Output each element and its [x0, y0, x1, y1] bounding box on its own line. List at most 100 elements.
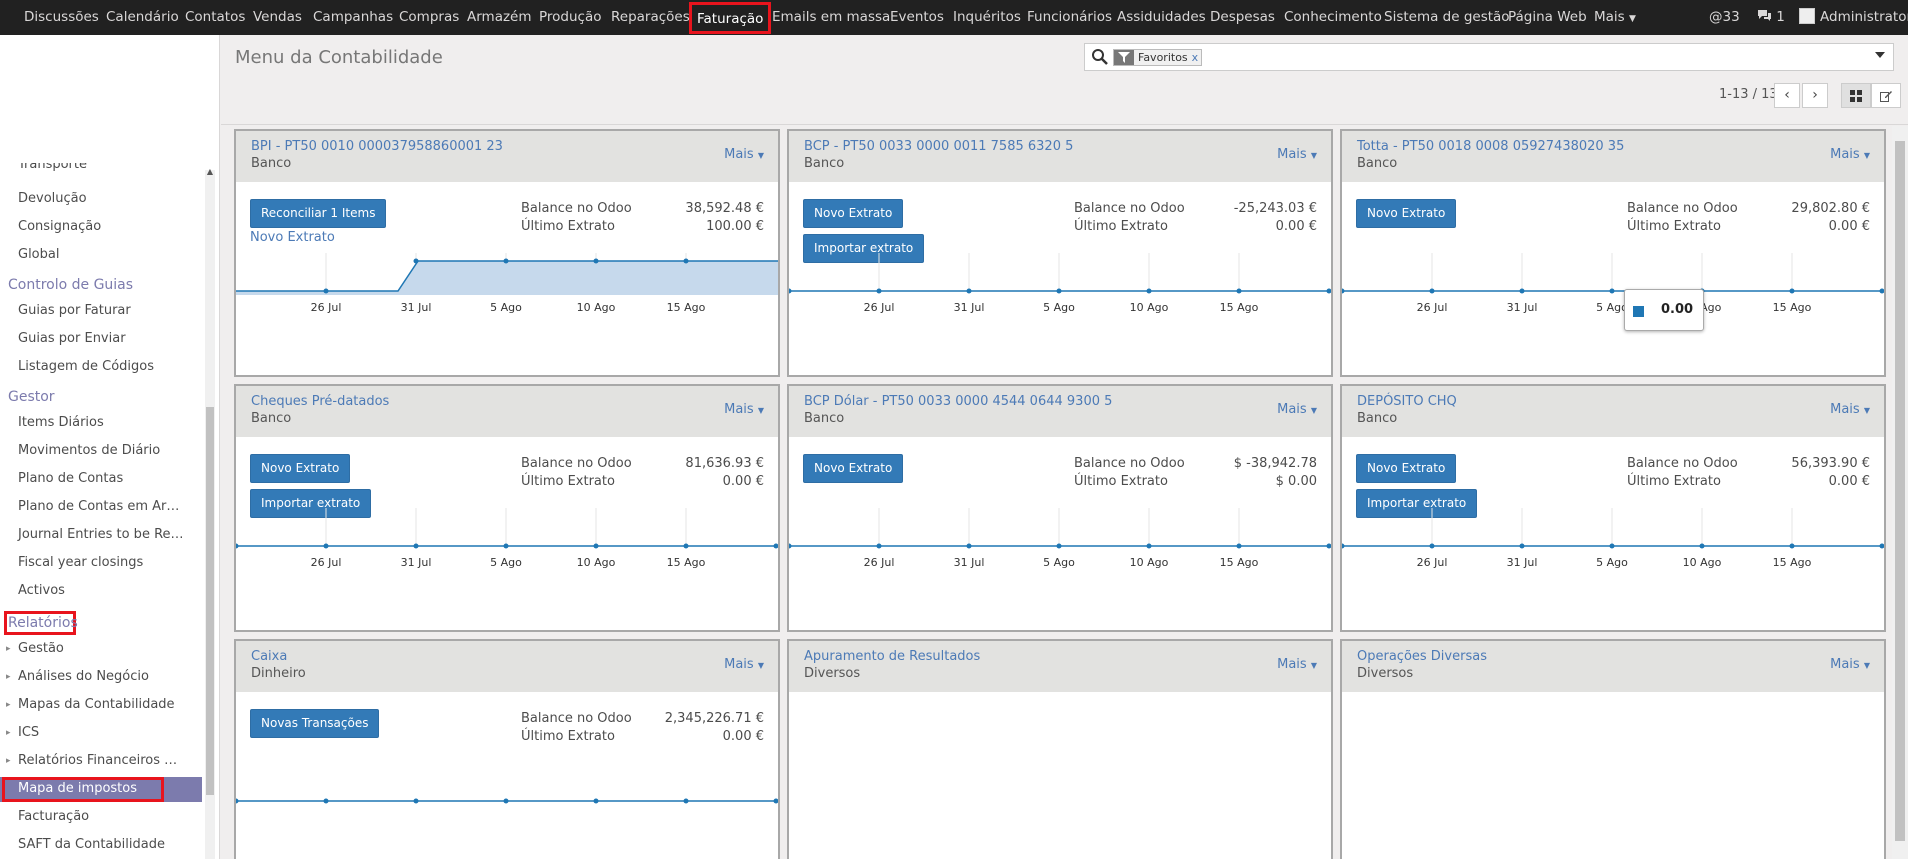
sidebar-group-analises-do-negocio[interactable]: Análises do Negócio: [18, 669, 149, 684]
sidebar-item-facturacao[interactable]: Facturação: [18, 809, 89, 824]
chart-point: [773, 543, 778, 549]
menu-mais-label: Mais: [1594, 9, 1625, 25]
menu-campanhas[interactable]: Campanhas: [313, 0, 393, 35]
menu-compras[interactable]: Compras: [399, 0, 459, 35]
more-dropdown[interactable]: Mais ▼: [1830, 402, 1870, 417]
filter-remove-button[interactable]: x: [1192, 50, 1202, 65]
chart-point: [1609, 288, 1615, 294]
search-input[interactable]: Favoritos x: [1084, 43, 1894, 71]
more-label: Mais: [724, 657, 754, 672]
last-statement-value: 100.00 €: [706, 219, 764, 234]
journal-name[interactable]: BPI - PT50 0010 000037958860001 23: [251, 139, 503, 154]
sidebar-item-plano-de-contas-em-arvore[interactable]: Plano de Contas em Ar…: [18, 499, 179, 514]
menu-armazem[interactable]: Armazém: [467, 0, 532, 35]
menu-reparacoes[interactable]: Reparações: [611, 0, 690, 35]
card-header: BPI - PT50 0010 000037958860001 23 Banco…: [236, 131, 778, 182]
user-menu[interactable]: Administrator: [1799, 0, 1908, 35]
kanban-view-button[interactable]: [1841, 83, 1871, 108]
menu-emails-em-massa[interactable]: Emails em massa: [772, 0, 890, 35]
new-transactions-button[interactable]: Novas Transações: [250, 709, 380, 738]
new-statement-button[interactable]: Novo Extrato: [803, 199, 904, 228]
sidebar-item-listagem-de-codigos[interactable]: Listagem de Códigos: [18, 359, 154, 374]
new-statement-button[interactable]: Novo Extrato: [1356, 199, 1457, 228]
sidebar-item-activos[interactable]: Activos: [18, 583, 65, 598]
scroll-up-arrow-icon[interactable]: ▲: [205, 167, 215, 176]
sidebar-item-items-diarios[interactable]: Items Diários: [18, 415, 104, 430]
form-view-button[interactable]: [1871, 83, 1901, 108]
pager-next-button[interactable]: ›: [1802, 83, 1828, 108]
sidebar-scrollbar-thumb[interactable]: [206, 407, 214, 795]
menu-eventos[interactable]: Eventos: [890, 0, 944, 35]
menu-discussoes[interactable]: Discussões: [24, 0, 99, 35]
menu-mais[interactable]: Mais ▼: [1594, 0, 1636, 35]
more-dropdown[interactable]: Mais ▼: [724, 147, 764, 162]
more-dropdown[interactable]: Mais ▼: [724, 657, 764, 672]
sidebar-item-consignacao[interactable]: Consignação: [18, 219, 101, 234]
sidebar-group-relatorios-financeiros[interactable]: Relatórios Financeiros …: [18, 753, 177, 768]
menu-contatos[interactable]: Contatos: [185, 0, 245, 35]
reconcile-items-button[interactable]: Reconciliar 1 Items: [250, 199, 387, 228]
chart-point: [323, 543, 329, 549]
menu-sistema-de-gestao[interactable]: Sistema de gestão: [1384, 0, 1510, 35]
sidebar-group-gestao[interactable]: Gestão: [18, 641, 64, 656]
new-statement-link[interactable]: Novo Extrato: [250, 230, 335, 245]
menu-conhecimento[interactable]: Conhecimento: [1284, 0, 1382, 35]
menu-producao[interactable]: Produção: [539, 0, 602, 35]
chevron-right-icon: ›: [1812, 87, 1818, 103]
sidebar-item-guias-por-faturar[interactable]: Guias por Faturar: [18, 303, 131, 318]
sidebar-item-label: Transporte: [18, 163, 87, 172]
new-statement-button[interactable]: Novo Extrato: [250, 454, 351, 483]
dashboard-scrollbar-thumb[interactable]: [1895, 141, 1905, 841]
sidebar-item-plano-de-contas[interactable]: Plano de Contas: [18, 471, 123, 486]
sidebar-item-devolucao[interactable]: Devolução: [18, 191, 87, 206]
sidebar-item-saft-da-contabilidade[interactable]: SAFT da Contabilidade: [18, 837, 165, 852]
more-dropdown[interactable]: Mais ▼: [1830, 657, 1870, 672]
search-icon[interactable]: [1091, 48, 1109, 66]
messages-indicator[interactable]: 1: [1757, 0, 1785, 35]
chart-point: [413, 798, 419, 804]
sidebar-item-fiscal-year-closings[interactable]: Fiscal year closings: [18, 555, 143, 570]
sidebar-item-mapa-de-impostos[interactable]: Mapa de impostos: [18, 781, 137, 796]
chart-point: [876, 543, 882, 549]
new-statement-button[interactable]: Novo Extrato: [1356, 454, 1457, 483]
sidebar-item-global[interactable]: Global: [18, 247, 59, 262]
sidebar-item-transporte[interactable]: Transporte: [18, 163, 87, 173]
chart-point: [1342, 543, 1345, 549]
sidebar-item-guias-por-enviar[interactable]: Guias por Enviar: [18, 331, 126, 346]
caret-down-icon[interactable]: [1875, 52, 1885, 58]
more-label: Mais: [724, 147, 754, 162]
journal-name[interactable]: BCP - PT50 0033 0000 0011 7585 6320 5: [804, 139, 1073, 154]
journal-type: Diversos: [804, 666, 861, 681]
sidebar-item-movimentos-de-diario[interactable]: Movimentos de Diário: [18, 443, 160, 458]
menu-inqueritos[interactable]: Inquéritos: [953, 0, 1021, 35]
journal-name[interactable]: Apuramento de Resultados: [804, 649, 980, 664]
chart-tick-label: 26 Jul: [1417, 556, 1448, 569]
more-dropdown[interactable]: Mais ▼: [1830, 147, 1870, 162]
mentions-indicator[interactable]: @33: [1709, 0, 1740, 35]
sidebar-group-mapas-da-contabilidade[interactable]: Mapas da Contabilidade: [18, 697, 175, 712]
caret-down-icon: ▼: [1863, 406, 1870, 415]
journal-name[interactable]: Caixa: [251, 649, 287, 664]
more-dropdown[interactable]: Mais ▼: [1277, 657, 1317, 672]
chart-point: [1879, 543, 1884, 549]
new-statement-button[interactable]: Novo Extrato: [803, 454, 904, 483]
journal-name[interactable]: DEPÓSITO CHQ: [1357, 394, 1457, 409]
pager-value: 1-13 / 13: [1719, 87, 1778, 102]
menu-funcionarios[interactable]: Funcionários: [1027, 0, 1112, 35]
more-dropdown[interactable]: Mais ▼: [1277, 147, 1317, 162]
menu-despesas[interactable]: Despesas: [1210, 0, 1275, 35]
journal-name[interactable]: Operações Diversas: [1357, 649, 1487, 664]
more-dropdown[interactable]: Mais ▼: [1277, 402, 1317, 417]
sidebar-group-ics[interactable]: ICS: [18, 725, 39, 740]
menu-assiduidades[interactable]: Assiduidades: [1117, 0, 1206, 35]
journal-name[interactable]: Totta - PT50 0018 0008 05927438020 35: [1357, 139, 1624, 154]
pager-previous-button[interactable]: ‹: [1774, 83, 1800, 108]
sidebar-item-journal-entries-to-be-reviewed[interactable]: Journal Entries to be Re…: [18, 527, 184, 542]
menu-calendario[interactable]: Calendário: [106, 0, 179, 35]
journal-name[interactable]: Cheques Pré-datados: [251, 394, 389, 409]
journal-name[interactable]: BCP Dólar - PT50 0033 0000 4544 0644 930…: [804, 394, 1112, 409]
menu-pagina-web[interactable]: Página Web: [1508, 0, 1587, 35]
menu-vendas[interactable]: Vendas: [253, 0, 302, 35]
more-dropdown[interactable]: Mais ▼: [724, 402, 764, 417]
menu-faturacao[interactable]: Faturação: [689, 2, 772, 34]
